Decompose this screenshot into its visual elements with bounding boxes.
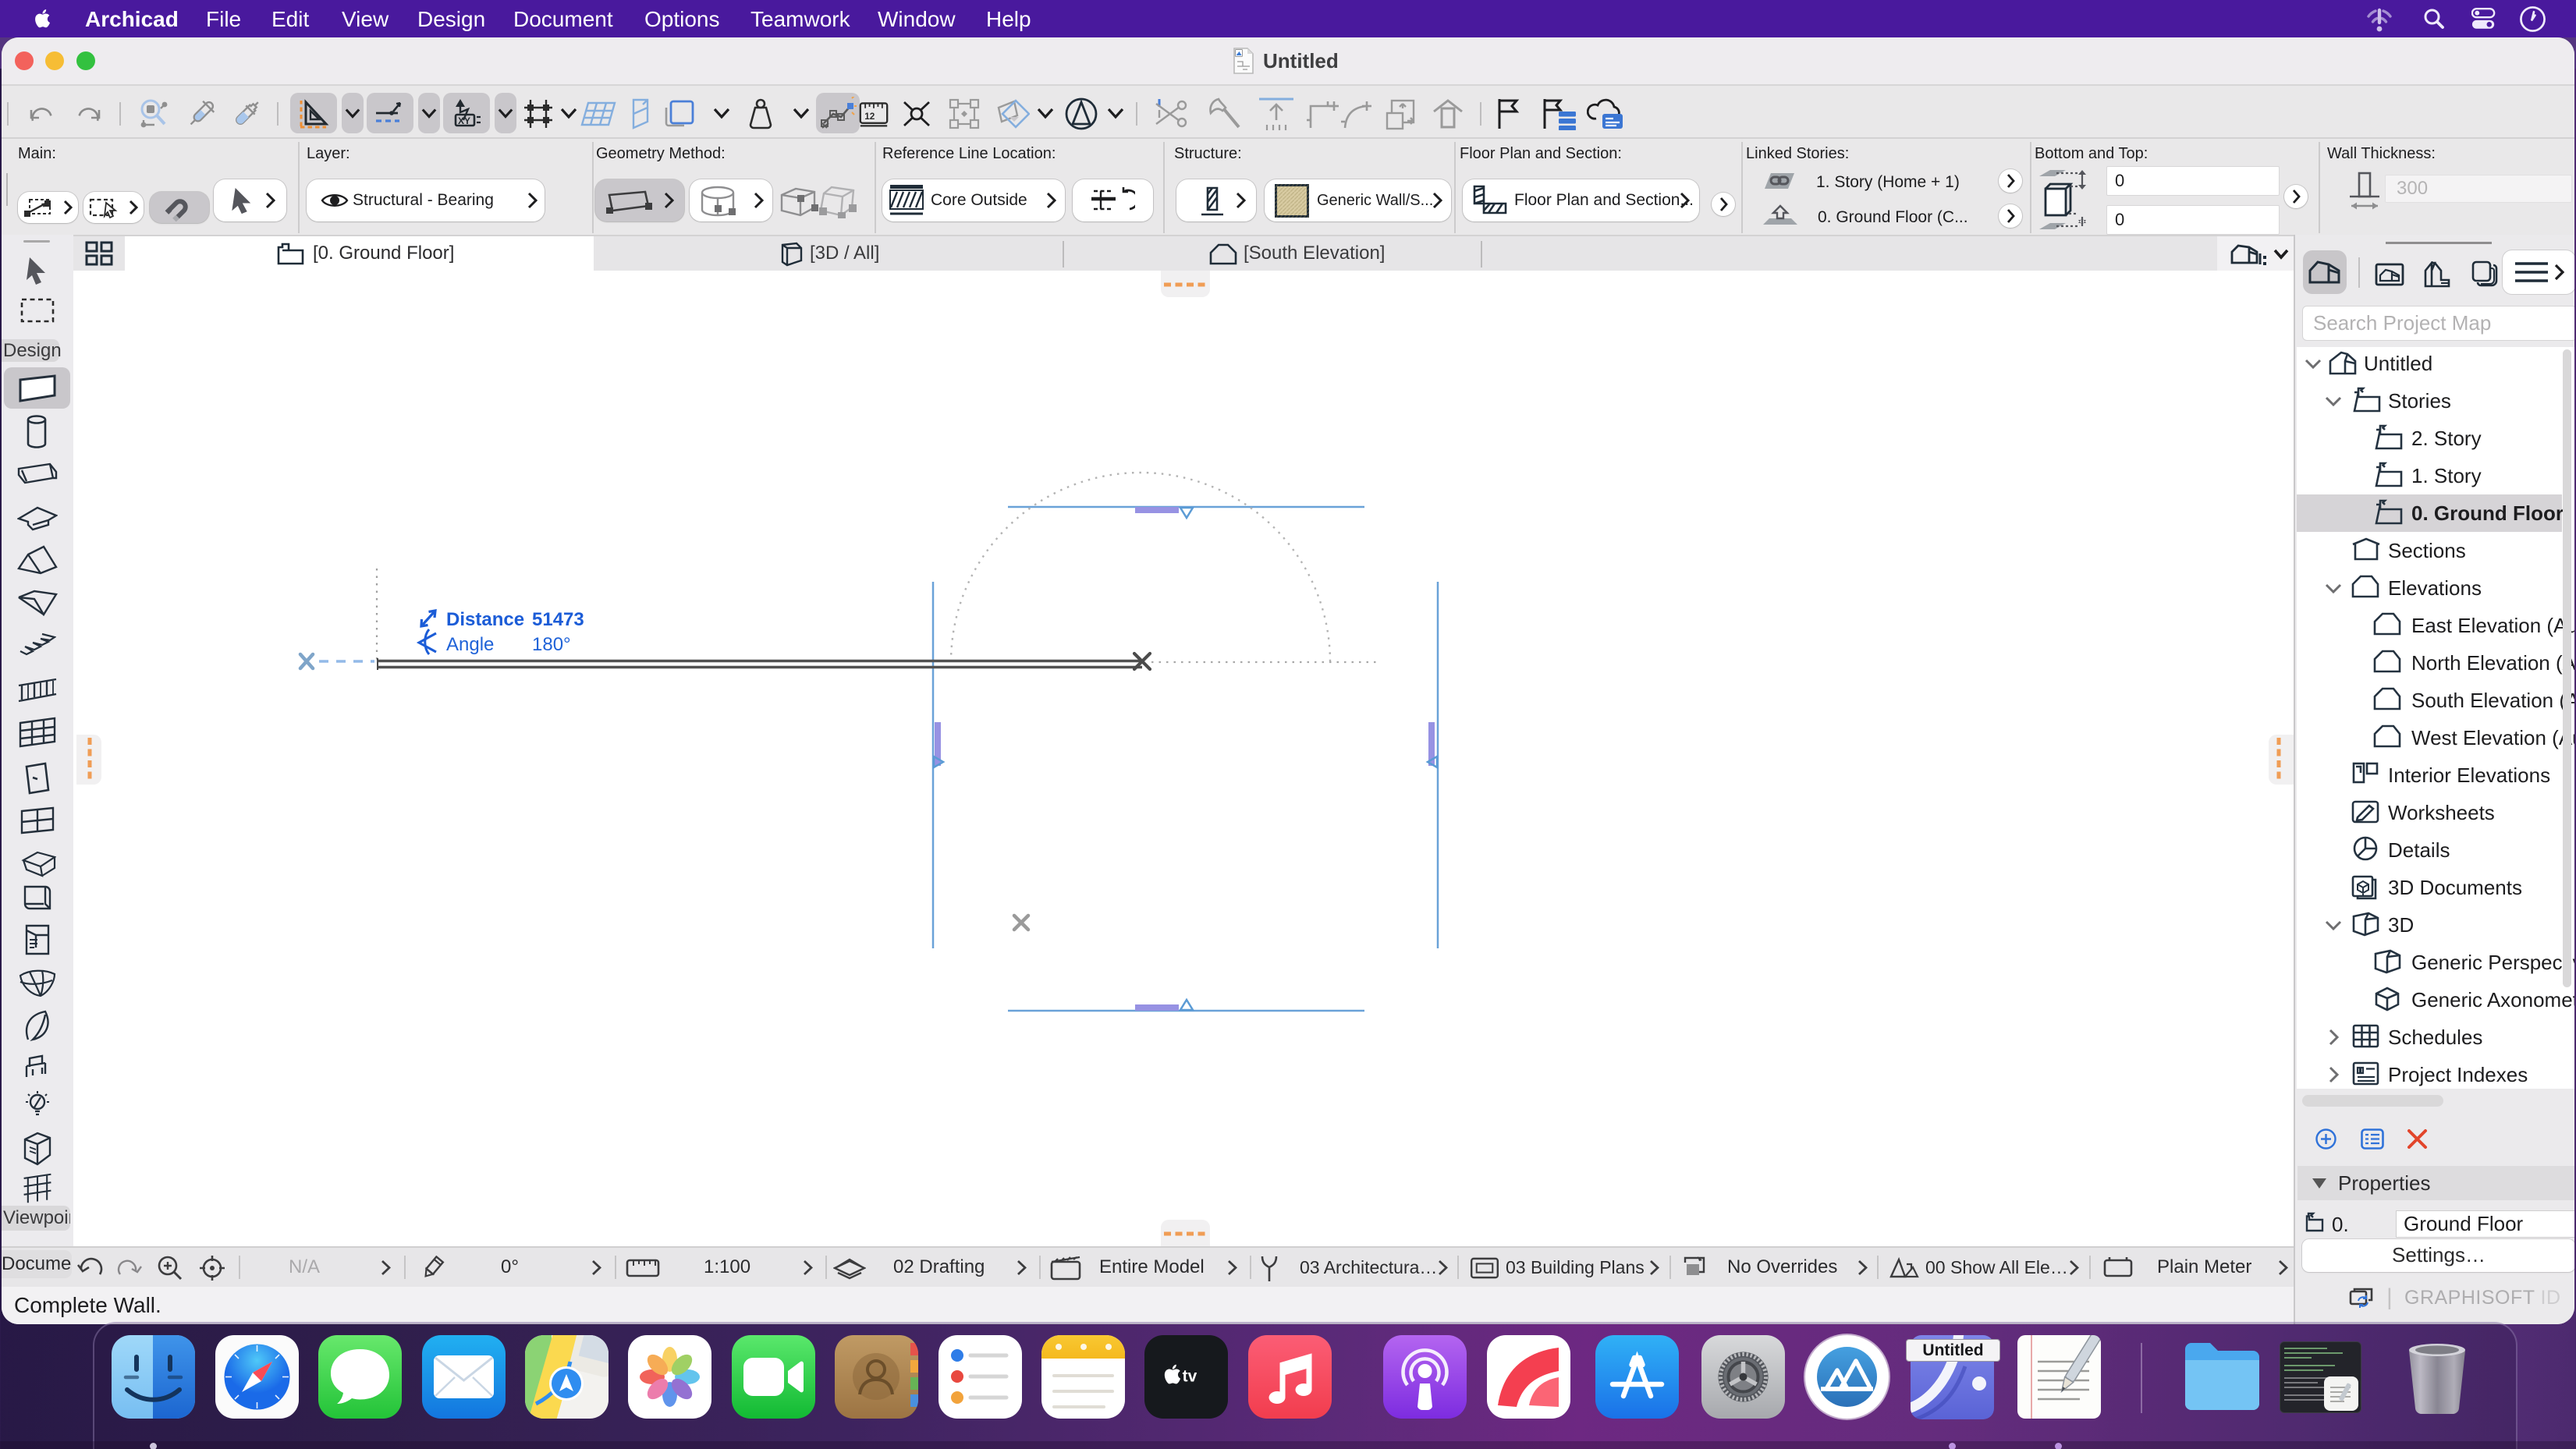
svg-text:East Elevation (Aut: East Elevation (Aut — [2411, 614, 2574, 637]
svg-text:1. Story: 1. Story — [2411, 464, 2482, 487]
svg-text:3D: 3D — [2388, 913, 2414, 937]
svg-text:2. Story: 2. Story — [2411, 427, 2482, 450]
svg-text:Interior Elevations: Interior Elevations — [2388, 763, 2550, 787]
svg-text:3D Documents: 3D Documents — [2388, 876, 2522, 899]
svg-text:North Elevation (A: North Elevation (A — [2411, 651, 2574, 675]
svg-text:XY: XY — [458, 115, 470, 126]
svg-text:Sections: Sections — [2388, 539, 2466, 562]
svg-text:West Elevation (Au: West Elevation (Au — [2411, 726, 2574, 749]
svg-text:12: 12 — [864, 112, 875, 122]
svg-text:Worksheets: Worksheets — [2388, 801, 2495, 824]
svg-text:Untitled: Untitled — [2364, 352, 2432, 375]
svg-text:Distance: Distance — [446, 609, 524, 630]
svg-text:tv: tv — [1183, 1367, 1198, 1385]
svg-text:Angle: Angle — [446, 634, 494, 655]
svg-text:0. Ground Floor: 0. Ground Floor — [2411, 501, 2564, 525]
svg-text:Details: Details — [2388, 838, 2450, 862]
svg-text:180°: 180° — [532, 634, 571, 655]
svg-text:Project Indexes: Project Indexes — [2388, 1063, 2528, 1086]
svg-text:Elevations: Elevations — [2388, 576, 2482, 600]
svg-text:South Elevation (A: South Elevation (A — [2411, 689, 2574, 712]
svg-text:51473: 51473 — [532, 609, 584, 630]
svg-text:Schedules: Schedules — [2388, 1026, 2482, 1049]
svg-text:Stories: Stories — [2388, 389, 2451, 413]
svg-text:Generic Perspectiv: Generic Perspectiv — [2411, 951, 2574, 974]
svg-text:Generic Axonomet: Generic Axonomet — [2411, 988, 2574, 1011]
